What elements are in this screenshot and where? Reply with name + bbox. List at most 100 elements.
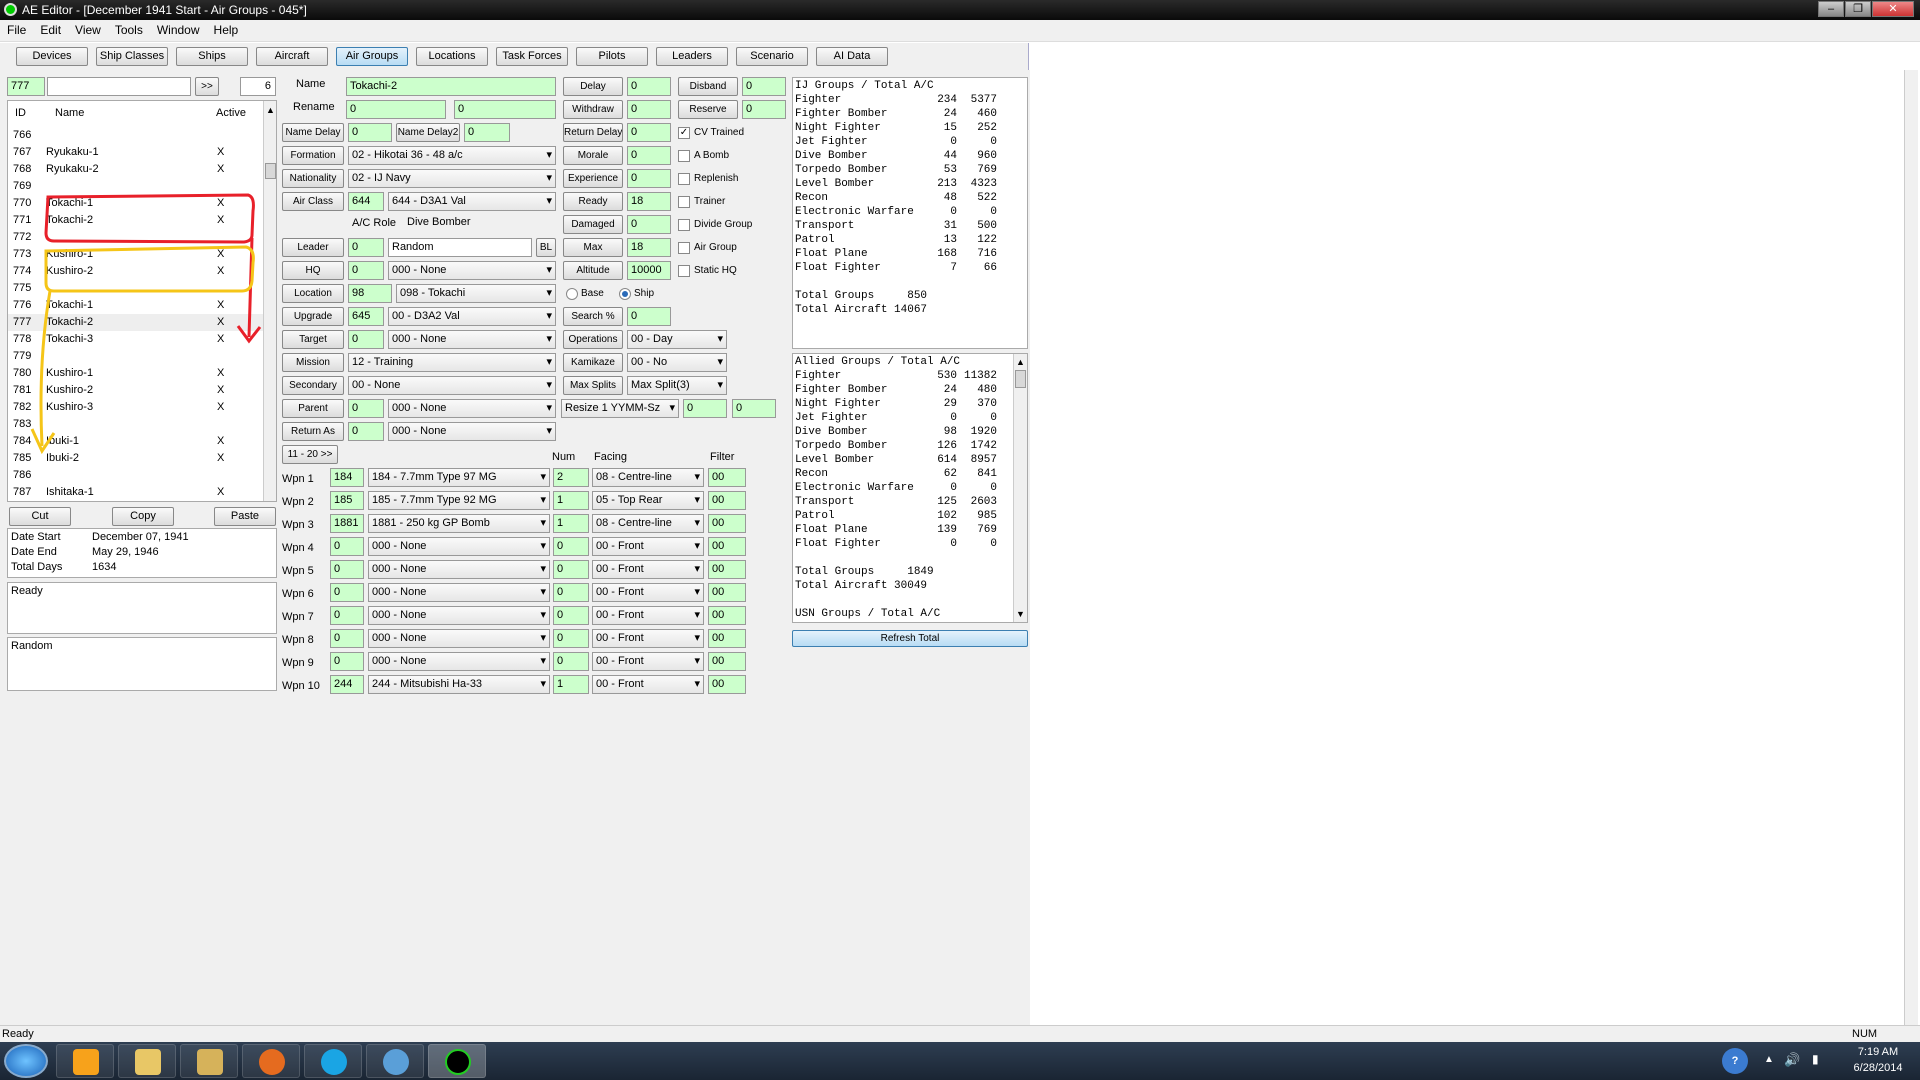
experience-field[interactable]: 0 [627,169,671,188]
ship-radio[interactable] [619,288,631,300]
return-as-id-field[interactable]: 0 [348,422,384,441]
checkbox-a-bomb[interactable] [678,150,690,162]
target-id-field[interactable]: 0 [348,330,384,349]
weapon-facing-dropdown[interactable]: 00 - Front [592,652,704,671]
parent-dropdown[interactable]: 000 - None [388,399,556,418]
weapon-filter-field[interactable]: 00 [708,652,746,671]
upgrade-dropdown[interactable]: 00 - D3A2 Val [388,307,556,326]
weapon-filter-field[interactable]: 00 [708,491,746,510]
nav-aircraft[interactable]: Aircraft [256,47,328,66]
air-class-dropdown[interactable]: 644 - D3A1 Val [388,192,556,211]
weapon-facing-dropdown[interactable]: 00 - Front [592,583,704,602]
menu-file[interactable]: File [0,20,33,40]
weapon-num-field[interactable]: 2 [553,468,589,487]
nav-task-forces[interactable]: Task Forces [496,47,568,66]
experience-button[interactable]: Experience [563,169,623,188]
checkbox-air-group[interactable] [678,242,690,254]
altitude-button[interactable]: Altitude [563,261,623,280]
operations-dropdown[interactable]: 00 - Day [627,330,727,349]
weapon-facing-dropdown[interactable]: 00 - Front [592,606,704,625]
altitude-field[interactable]: 10000 [627,261,671,280]
name-delay-button[interactable]: Name Delay [282,123,344,142]
hq-dropdown[interactable]: 000 - None [388,261,556,280]
rename-field-2[interactable]: 0 [454,100,556,119]
upgrade-button[interactable]: Upgrade [282,307,344,326]
weapon-facing-dropdown[interactable]: 08 - Centre-line [592,468,704,487]
checkbox-replenish[interactable] [678,173,690,185]
delay-button[interactable]: Delay [563,77,623,96]
max-splits-button[interactable]: Max Splits [563,376,623,395]
weapon-dropdown[interactable]: 244 - Mitsubishi Ha-33 [368,675,550,694]
leader-name-field[interactable]: Random [388,238,532,257]
main-scrollbar[interactable] [1904,70,1918,1025]
nav-ai-data[interactable]: AI Data [816,47,888,66]
max-field[interactable]: 18 [627,238,671,257]
volume-icon[interactable]: 🔊 [1784,1052,1800,1068]
weapon-facing-dropdown[interactable]: 08 - Centre-line [592,514,704,533]
location-button[interactable]: Location [282,284,344,303]
formation-dropdown[interactable]: 02 - Hikotai 36 - 48 a/c [348,146,556,165]
weapon-dropdown[interactable]: 000 - None [368,583,550,602]
target-dropdown[interactable]: 000 - None [388,330,556,349]
location-id-field[interactable]: 98 [348,284,392,303]
weapon-dropdown[interactable]: 184 - 7.7mm Type 97 MG [368,468,550,487]
checkbox-cv-trained[interactable]: ✓ [678,127,690,139]
secondary-button[interactable]: Secondary [282,376,344,395]
withdraw-button[interactable]: Withdraw [563,100,623,119]
weapon-num-field[interactable]: 0 [553,583,589,602]
weapon-id-field[interactable]: 0 [330,606,364,625]
paste-button[interactable]: Paste [214,507,276,526]
checkbox-divide-group[interactable] [678,219,690,231]
nav-air-groups[interactable]: Air Groups [336,47,408,66]
ready-button[interactable]: Ready [563,192,623,211]
taskbar-explorer[interactable] [118,1044,176,1078]
tray-time[interactable]: 7:19 AM [1848,1046,1908,1058]
air-class-id-field[interactable]: 644 [348,192,384,211]
weapon-filter-field[interactable]: 00 [708,606,746,625]
name-delay-field[interactable]: 0 [348,123,392,142]
weapon-facing-dropdown[interactable]: 00 - Front [592,675,704,694]
taskbar-folder[interactable] [180,1044,238,1078]
menu-help[interactable]: Help [207,20,246,40]
damaged-field[interactable]: 0 [627,215,671,234]
search-percent-field[interactable]: 0 [627,307,671,326]
rename-field-1[interactable]: 0 [346,100,446,119]
weapon-filter-field[interactable]: 00 [708,560,746,579]
return-delay-field[interactable]: 0 [627,123,671,142]
nav-locations[interactable]: Locations [416,47,488,66]
leader-id-field[interactable]: 0 [348,238,384,257]
weapon-dropdown[interactable]: 000 - None [368,629,550,648]
cut-button[interactable]: Cut [9,507,71,526]
mission-button[interactable]: Mission [282,353,344,372]
weapon-num-field[interactable]: 0 [553,652,589,671]
weapon-id-field[interactable]: 1881 [330,514,364,533]
weapon-dropdown[interactable]: 000 - None [368,560,550,579]
weapon-num-field[interactable]: 0 [553,629,589,648]
weapon-filter-field[interactable]: 00 [708,675,746,694]
upgrade-id-field[interactable]: 645 [348,307,384,326]
search-id-field[interactable]: 777 [7,77,45,96]
operations-button[interactable]: Operations [563,330,623,349]
target-button[interactable]: Target [282,330,344,349]
weapon-id-field[interactable]: 0 [330,629,364,648]
nav-devices[interactable]: Devices [16,47,88,66]
weapon-num-field[interactable]: 0 [553,606,589,625]
disband-field[interactable]: 0 [742,77,786,96]
minimize-button[interactable]: – [1818,1,1844,17]
weapon-filter-field[interactable]: 00 [708,629,746,648]
search-go-button[interactable]: >> [195,77,219,96]
resize-field-a[interactable]: 0 [683,399,727,418]
air-group-list[interactable]: ID Name Active 766 767 Ryukaku-1 X 768 Ryukak… [7,100,277,502]
morale-field[interactable]: 0 [627,146,671,165]
return-delay-button[interactable]: Return Delay [563,123,623,142]
hq-button[interactable]: HQ [282,261,344,280]
search-percent-button[interactable]: Search % [563,307,623,326]
network-icon[interactable]: ▮ [1812,1052,1819,1066]
name-delay2-field[interactable]: 0 [464,123,510,142]
close-button[interactable]: ✕ [1872,1,1914,17]
weapon-num-field[interactable]: 0 [553,537,589,556]
nationality-dropdown[interactable]: 02 - IJ Navy [348,169,556,188]
hq-id-field[interactable]: 0 [348,261,384,280]
ready-field[interactable]: 18 [627,192,671,211]
weapon-id-field[interactable]: 0 [330,652,364,671]
